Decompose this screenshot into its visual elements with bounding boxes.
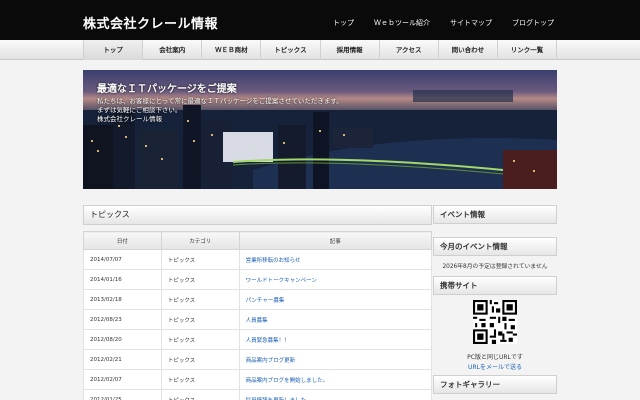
row-category: トピックス (160, 349, 240, 370)
row-date: 2012/02/07 (83, 369, 162, 390)
row-category: トピックス (160, 389, 240, 400)
row-category: トピックス (160, 269, 240, 290)
row-date: 2012/08/23 (83, 309, 162, 330)
row-article-link[interactable]: ワールドトークキャンペーン (238, 269, 433, 290)
row-date: 2014/01/16 (83, 269, 162, 290)
nav-item-links[interactable]: リンク一覧 (498, 40, 557, 60)
row-article-link[interactable]: 商品案内ブログを開始しました。 (238, 369, 433, 390)
row-category: トピックス (160, 249, 240, 270)
topics-section: トピックス 日付 カテゴリ 記事 2014/07/07 トピックス 営業所移転の… (83, 205, 433, 400)
nav-item-contact[interactable]: 問い合わせ (439, 40, 498, 60)
row-category: トピックス (160, 329, 240, 350)
header-link-blog[interactable]: ブログトップ (512, 18, 554, 28)
site-header: 株式会社クレール情報 トップ Ｗｅｂツール紹介 サイトマップ ブログトップ (0, 0, 640, 40)
topics-table: 日付 カテゴリ 記事 2014/07/07 トピックス 営業所移転のお知らせ 2… (83, 231, 433, 400)
nav-item-web-products[interactable]: ＷＥＢ商材 (202, 40, 262, 60)
column-date: 日付 (83, 231, 162, 250)
global-nav: トップ 会社案内 ＷＥＢ商材 トピックス 採用情報 アクセス 問い合わせ リンク… (83, 40, 557, 60)
hero-banner: 最適なＩＴパッケージをご提案 私たちは、お客様にとって常に最適なＩＴパッケージを… (83, 70, 557, 189)
mobile-site-title: 携帯サイト (433, 276, 557, 295)
row-date: 2012/02/21 (83, 349, 162, 370)
nav-item-top[interactable]: トップ (83, 40, 144, 60)
hero-line: 株式会社クレール情報 (97, 115, 162, 123)
row-article-link[interactable]: 商品案内ブログ更新 (238, 349, 433, 370)
table-row: 2013/02/18 トピックス パンチャー募集 (83, 289, 433, 310)
hero-title: 最適なＩＴパッケージをご提案 (97, 84, 237, 95)
hero-text: 私たちは、お客様にとって常に最適なＩＴパッケージをご提案させていただきます。 ま… (97, 97, 343, 124)
row-date: 2013/02/18 (83, 289, 162, 310)
table-row: 2012/02/21 トピックス 商品案内ブログ更新 (83, 349, 433, 370)
site-title[interactable]: 株式会社クレール情報 (83, 13, 218, 32)
monthly-event-title: 今月のイベント情報 (433, 237, 557, 256)
table-row: 2014/01/16 トピックス ワールドトークキャンペーン (83, 269, 433, 290)
hero-line: まずは気軽にご相談下さい。 (97, 106, 182, 114)
no-events-text: 2026年8月の予定は登録されていません (442, 264, 548, 270)
row-date: 2014/07/07 (83, 249, 162, 270)
row-article-link[interactable]: 採用情報を更新しました。 (238, 389, 433, 400)
hero-line: 私たちは、お客様にとって常に最適なＩＴパッケージをご提案させていただきます。 (97, 97, 343, 105)
send-url-by-mail-link[interactable]: URLをメールで送る (433, 362, 557, 371)
column-category: カテゴリ (160, 231, 240, 250)
row-category: トピックス (160, 369, 240, 390)
table-row: 2012/01/25 トピックス 採用情報を更新しました。 (83, 389, 433, 400)
row-date: 2012/08/20 (83, 329, 162, 350)
column-article: 記事 (238, 231, 433, 250)
table-row: 2012/08/23 トピックス 人員募集 (83, 309, 433, 330)
row-category: トピックス (160, 289, 240, 310)
qr-code (473, 300, 517, 344)
table-row: 2014/07/07 トピックス 営業所移転のお知らせ (83, 249, 433, 270)
qr-caption: PC版と同じURLです (467, 354, 523, 361)
row-article-link[interactable]: 人員募集 (238, 309, 433, 330)
event-info-title: イベント情報 (433, 205, 557, 224)
header-links: トップ Ｗｅｂツール紹介 サイトマップ ブログトップ (333, 18, 554, 28)
row-date: 2012/01/25 (83, 389, 162, 400)
row-article-link[interactable]: パンチャー募集 (238, 289, 433, 310)
nav-item-topics[interactable]: トピックス (261, 40, 321, 60)
table-row: 2012/02/07 トピックス 商品案内ブログを開始しました。 (83, 369, 433, 390)
sidebar: イベント情報 今月のイベント情報 2026年8月の予定は登録されていません 携帯… (433, 205, 557, 394)
global-nav-bar: トップ 会社案内 ＷＥＢ商材 トピックス 採用情報 アクセス 問い合わせ リンク… (0, 40, 640, 60)
photo-gallery-title: フォトギャラリー (433, 375, 557, 394)
row-article-link[interactable]: 営業所移転のお知らせ (238, 249, 433, 270)
header-link-sitemap[interactable]: サイトマップ (450, 18, 492, 28)
nav-item-recruit[interactable]: 採用情報 (321, 40, 380, 60)
row-article-link[interactable]: 人員緊急募集！！ (238, 329, 433, 350)
topics-title: トピックス (83, 205, 432, 225)
nav-item-company[interactable]: 会社案内 (143, 40, 203, 60)
nav-item-access[interactable]: アクセス (380, 40, 439, 60)
header-link-top[interactable]: トップ (333, 18, 354, 28)
table-row: 2012/08/20 トピックス 人員緊急募集！！ (83, 329, 433, 350)
row-category: トピックス (160, 309, 240, 330)
header-link-webtools[interactable]: Ｗｅｂツール紹介 (374, 18, 430, 28)
